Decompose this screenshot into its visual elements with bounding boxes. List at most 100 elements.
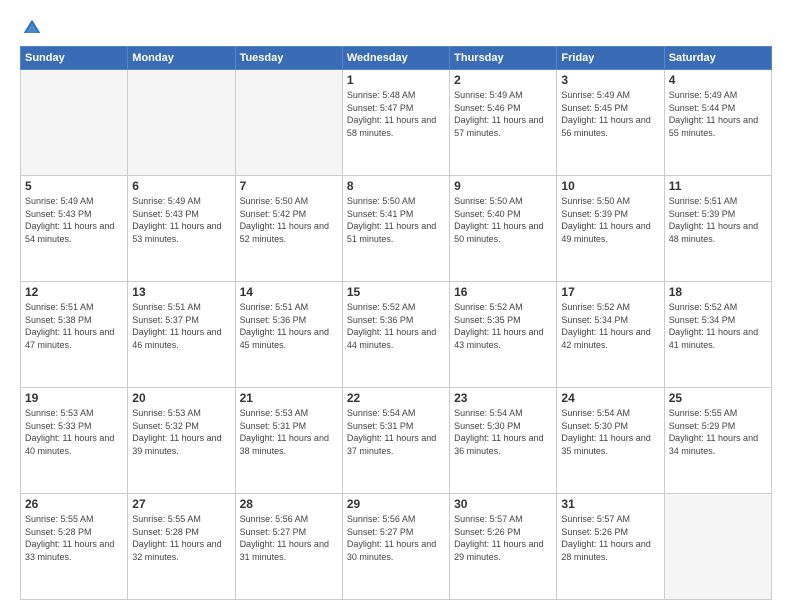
day-number: 11 bbox=[669, 179, 767, 193]
day-info: Sunrise: 5:50 AM Sunset: 5:39 PM Dayligh… bbox=[561, 195, 659, 245]
calendar-cell: 5 Sunrise: 5:49 AM Sunset: 5:43 PM Daylig… bbox=[21, 176, 128, 282]
calendar-cell: 4Sunrise: 5:49 AM Sunset: 5:44 PM Daylig… bbox=[664, 70, 771, 176]
day-number: 1 bbox=[347, 73, 445, 87]
day-info: Sunrise: 5:55 AM Sunset: 5:28 PM Dayligh… bbox=[25, 513, 123, 563]
day-number: 3 bbox=[561, 73, 659, 87]
day-info: Sunrise: 5:50 AM Sunset: 5:40 PM Dayligh… bbox=[454, 195, 552, 245]
day-info: Sunrise: 5:53 AM Sunset: 5:33 PM Dayligh… bbox=[25, 407, 123, 457]
calendar-cell: 29 Sunrise: 5:56 AM Sunset: 5:27 PM Dayli… bbox=[342, 494, 449, 600]
day-number: 26 bbox=[25, 497, 123, 511]
calendar-cell: 25Sunrise: 5:55 AM Sunset: 5:29 PM Dayli… bbox=[664, 388, 771, 494]
calendar-cell: 15 Sunrise: 5:52 AM Sunset: 5:36 PM Dayli… bbox=[342, 282, 449, 388]
day-info: Sunrise: 5:57 AM Sunset: 5:26 PM Dayligh… bbox=[561, 513, 659, 563]
day-info: Sunrise: 5:48 AM Sunset: 5:47 PM Dayligh… bbox=[347, 89, 445, 139]
calendar-cell: 23 Sunrise: 5:54 AM Sunset: 5:30 PM Dayli… bbox=[450, 388, 557, 494]
calendar-cell: 16 Sunrise: 5:52 AM Sunset: 5:35 PM Dayli… bbox=[450, 282, 557, 388]
day-info: Sunrise: 5:54 AM Sunset: 5:31 PM Dayligh… bbox=[347, 407, 445, 457]
day-number: 21 bbox=[240, 391, 338, 405]
calendar-cell: 2Sunrise: 5:49 AM Sunset: 5:46 PM Daylig… bbox=[450, 70, 557, 176]
day-number: 5 bbox=[25, 179, 123, 193]
calendar-week-5: 26 Sunrise: 5:55 AM Sunset: 5:28 PM Dayli… bbox=[21, 494, 772, 600]
calendar-cell: 8Sunrise: 5:50 AM Sunset: 5:41 PM Daylig… bbox=[342, 176, 449, 282]
page: SundayMondayTuesdayWednesdayThursdayFrid… bbox=[0, 0, 792, 612]
calendar-cell: 3 Sunrise: 5:49 AM Sunset: 5:45 PM Daylig… bbox=[557, 70, 664, 176]
day-number: 24 bbox=[561, 391, 659, 405]
calendar-table: SundayMondayTuesdayWednesdayThursdayFrid… bbox=[20, 46, 772, 600]
day-info: Sunrise: 5:55 AM Sunset: 5:28 PM Dayligh… bbox=[132, 513, 230, 563]
calendar-cell: 27 Sunrise: 5:55 AM Sunset: 5:28 PM Dayli… bbox=[128, 494, 235, 600]
day-info: Sunrise: 5:57 AM Sunset: 5:26 PM Dayligh… bbox=[454, 513, 552, 563]
day-number: 13 bbox=[132, 285, 230, 299]
calendar-cell: 18Sunrise: 5:52 AM Sunset: 5:34 PM Dayli… bbox=[664, 282, 771, 388]
calendar-cell: 19 Sunrise: 5:53 AM Sunset: 5:33 PM Dayli… bbox=[21, 388, 128, 494]
day-number: 27 bbox=[132, 497, 230, 511]
day-number: 31 bbox=[561, 497, 659, 511]
day-number: 20 bbox=[132, 391, 230, 405]
day-number: 17 bbox=[561, 285, 659, 299]
calendar-header-sunday: Sunday bbox=[21, 47, 128, 70]
calendar-header-thursday: Thursday bbox=[450, 47, 557, 70]
day-number: 14 bbox=[240, 285, 338, 299]
day-info: Sunrise: 5:55 AM Sunset: 5:29 PM Dayligh… bbox=[669, 407, 767, 457]
day-number: 23 bbox=[454, 391, 552, 405]
day-number: 29 bbox=[347, 497, 445, 511]
calendar-header-saturday: Saturday bbox=[664, 47, 771, 70]
calendar-cell: 28Sunrise: 5:56 AM Sunset: 5:27 PM Dayli… bbox=[235, 494, 342, 600]
logo-area bbox=[20, 16, 42, 38]
day-info: Sunrise: 5:49 AM Sunset: 5:43 PM Dayligh… bbox=[25, 195, 123, 245]
calendar-cell: 6 Sunrise: 5:49 AM Sunset: 5:43 PM Daylig… bbox=[128, 176, 235, 282]
day-info: Sunrise: 5:51 AM Sunset: 5:36 PM Dayligh… bbox=[240, 301, 338, 351]
calendar-week-2: 5 Sunrise: 5:49 AM Sunset: 5:43 PM Daylig… bbox=[21, 176, 772, 282]
calendar-header-monday: Monday bbox=[128, 47, 235, 70]
calendar-week-4: 19 Sunrise: 5:53 AM Sunset: 5:33 PM Dayli… bbox=[21, 388, 772, 494]
day-info: Sunrise: 5:49 AM Sunset: 5:45 PM Dayligh… bbox=[561, 89, 659, 139]
day-info: Sunrise: 5:54 AM Sunset: 5:30 PM Dayligh… bbox=[454, 407, 552, 457]
day-info: Sunrise: 5:56 AM Sunset: 5:27 PM Dayligh… bbox=[347, 513, 445, 563]
calendar-cell: 24 Sunrise: 5:54 AM Sunset: 5:30 PM Dayli… bbox=[557, 388, 664, 494]
day-info: Sunrise: 5:51 AM Sunset: 5:38 PM Dayligh… bbox=[25, 301, 123, 351]
calendar-cell: 20 Sunrise: 5:53 AM Sunset: 5:32 PM Dayli… bbox=[128, 388, 235, 494]
calendar-week-1: 1 Sunrise: 5:48 AM Sunset: 5:47 PM Daylig… bbox=[21, 70, 772, 176]
calendar-cell bbox=[235, 70, 342, 176]
calendar-week-3: 12Sunrise: 5:51 AM Sunset: 5:38 PM Dayli… bbox=[21, 282, 772, 388]
calendar-cell: 21 Sunrise: 5:53 AM Sunset: 5:31 PM Dayli… bbox=[235, 388, 342, 494]
day-number: 16 bbox=[454, 285, 552, 299]
calendar-cell bbox=[128, 70, 235, 176]
day-info: Sunrise: 5:49 AM Sunset: 5:43 PM Dayligh… bbox=[132, 195, 230, 245]
calendar-header-row: SundayMondayTuesdayWednesdayThursdayFrid… bbox=[21, 47, 772, 70]
calendar-cell: 1 Sunrise: 5:48 AM Sunset: 5:47 PM Daylig… bbox=[342, 70, 449, 176]
calendar-header-friday: Friday bbox=[557, 47, 664, 70]
calendar-cell: 22 Sunrise: 5:54 AM Sunset: 5:31 PM Dayli… bbox=[342, 388, 449, 494]
day-number: 19 bbox=[25, 391, 123, 405]
calendar-cell: 30 Sunrise: 5:57 AM Sunset: 5:26 PM Dayli… bbox=[450, 494, 557, 600]
day-info: Sunrise: 5:49 AM Sunset: 5:44 PM Dayligh… bbox=[669, 89, 767, 139]
day-info: Sunrise: 5:54 AM Sunset: 5:30 PM Dayligh… bbox=[561, 407, 659, 457]
calendar-cell: 31 Sunrise: 5:57 AM Sunset: 5:26 PM Dayli… bbox=[557, 494, 664, 600]
day-info: Sunrise: 5:52 AM Sunset: 5:35 PM Dayligh… bbox=[454, 301, 552, 351]
header bbox=[20, 16, 772, 38]
day-info: Sunrise: 5:49 AM Sunset: 5:46 PM Dayligh… bbox=[454, 89, 552, 139]
calendar-cell bbox=[21, 70, 128, 176]
day-number: 6 bbox=[132, 179, 230, 193]
calendar-cell: 11 Sunrise: 5:51 AM Sunset: 5:39 PM Dayli… bbox=[664, 176, 771, 282]
day-info: Sunrise: 5:52 AM Sunset: 5:36 PM Dayligh… bbox=[347, 301, 445, 351]
day-info: Sunrise: 5:53 AM Sunset: 5:32 PM Dayligh… bbox=[132, 407, 230, 457]
calendar-cell: 13Sunrise: 5:51 AM Sunset: 5:37 PM Dayli… bbox=[128, 282, 235, 388]
day-info: Sunrise: 5:53 AM Sunset: 5:31 PM Dayligh… bbox=[240, 407, 338, 457]
day-info: Sunrise: 5:51 AM Sunset: 5:39 PM Dayligh… bbox=[669, 195, 767, 245]
calendar-cell bbox=[664, 494, 771, 600]
day-number: 30 bbox=[454, 497, 552, 511]
day-info: Sunrise: 5:50 AM Sunset: 5:41 PM Dayligh… bbox=[347, 195, 445, 245]
day-info: Sunrise: 5:50 AM Sunset: 5:42 PM Dayligh… bbox=[240, 195, 338, 245]
day-number: 22 bbox=[347, 391, 445, 405]
day-number: 9 bbox=[454, 179, 552, 193]
day-number: 10 bbox=[561, 179, 659, 193]
day-number: 18 bbox=[669, 285, 767, 299]
calendar-cell: 10 Sunrise: 5:50 AM Sunset: 5:39 PM Dayli… bbox=[557, 176, 664, 282]
day-number: 15 bbox=[347, 285, 445, 299]
calendar-header-tuesday: Tuesday bbox=[235, 47, 342, 70]
calendar-cell: 9 Sunrise: 5:50 AM Sunset: 5:40 PM Daylig… bbox=[450, 176, 557, 282]
day-info: Sunrise: 5:56 AM Sunset: 5:27 PM Dayligh… bbox=[240, 513, 338, 563]
day-info: Sunrise: 5:52 AM Sunset: 5:34 PM Dayligh… bbox=[561, 301, 659, 351]
calendar-cell: 26 Sunrise: 5:55 AM Sunset: 5:28 PM Dayli… bbox=[21, 494, 128, 600]
